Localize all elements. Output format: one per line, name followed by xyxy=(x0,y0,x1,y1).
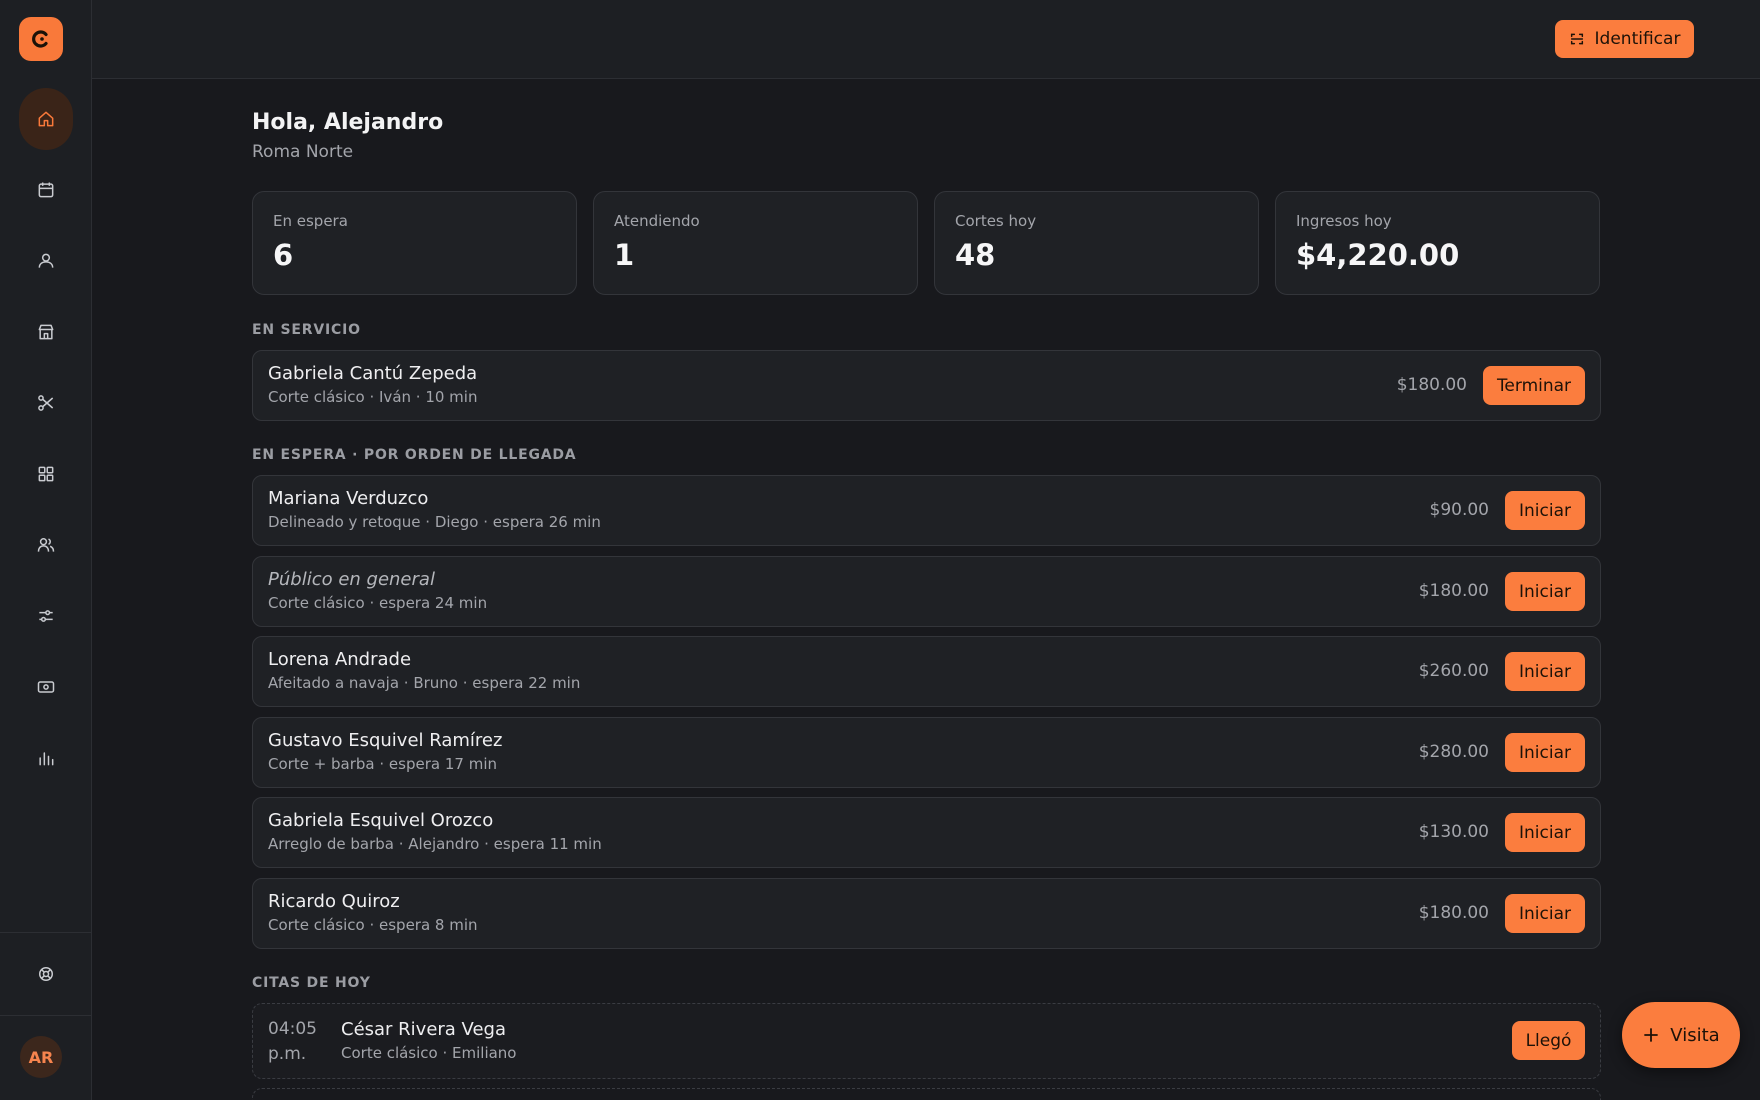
service-price: $90.00 xyxy=(1429,500,1489,520)
start-button[interactable]: Iniciar xyxy=(1505,491,1585,530)
service-price: $180.00 xyxy=(1418,581,1489,601)
service-price: $260.00 xyxy=(1418,661,1489,681)
finish-button[interactable]: Terminar xyxy=(1483,366,1585,405)
stat-value: 1 xyxy=(614,238,635,272)
service-detail: Corte clásico · espera 8 min xyxy=(268,916,478,934)
client-name: Ricardo Quiroz xyxy=(268,891,400,912)
service-detail: Corte clásico · espera 24 min xyxy=(268,594,488,612)
user-icon[interactable] xyxy=(19,230,73,292)
appointment-row[interactable]: 04:05 p.m. César Rivera Vega Corte clási… xyxy=(252,1003,1601,1079)
service-detail: Corte clásico · Emiliano xyxy=(341,1044,517,1062)
stat-label: Ingresos hoy xyxy=(1296,212,1392,230)
stat-card-attending: Atendiendo 1 xyxy=(593,191,918,295)
brand-logo-icon[interactable] xyxy=(19,17,63,61)
stat-card-cuts-today: Cortes hoy 48 xyxy=(934,191,1259,295)
start-button[interactable]: Iniciar xyxy=(1505,813,1585,852)
users-icon[interactable] xyxy=(19,514,73,576)
service-price: $280.00 xyxy=(1418,742,1489,762)
grid-icon[interactable] xyxy=(19,443,73,505)
client-name: Mariana Verduzco xyxy=(268,488,429,509)
stat-label: En espera xyxy=(273,212,348,230)
arrived-button[interactable]: Llegó xyxy=(1512,1021,1585,1060)
client-name: Público en general xyxy=(268,569,435,590)
service-detail: Arreglo de barba · Alejandro · espera 11… xyxy=(268,835,602,853)
start-button[interactable]: Iniciar xyxy=(1505,733,1585,772)
sliders-icon[interactable] xyxy=(19,585,73,647)
stat-label: Cortes hoy xyxy=(955,212,1037,230)
appointment-row[interactable] xyxy=(252,1088,1601,1100)
calendar-icon[interactable] xyxy=(19,159,73,221)
start-button[interactable]: Iniciar xyxy=(1505,894,1585,933)
sidebar: AR xyxy=(0,0,92,1100)
sidebar-divider xyxy=(0,932,92,933)
client-name: Gabriela Cantú Zepeda xyxy=(268,363,478,384)
client-name: Gabriela Esquivel Orozco xyxy=(268,810,494,831)
cash-icon[interactable] xyxy=(19,656,73,718)
home-icon[interactable] xyxy=(19,88,73,150)
top-bar: Identificar xyxy=(92,0,1760,79)
waiting-row[interactable]: Gustavo Esquivel Ramírez Corte + barba ·… xyxy=(252,717,1601,788)
avatar[interactable]: AR xyxy=(20,1036,62,1078)
identify-label: Identificar xyxy=(1594,29,1681,49)
stat-value: 6 xyxy=(273,238,294,272)
service-detail: Corte + barba · espera 17 min xyxy=(268,755,497,773)
service-price: $130.00 xyxy=(1418,822,1489,842)
plus-icon xyxy=(1644,1028,1659,1042)
store-icon[interactable] xyxy=(19,301,73,363)
service-detail: Corte clásico · Iván · 10 min xyxy=(268,388,478,406)
service-detail: Delineado y retoque · Diego · espera 26 … xyxy=(268,513,601,531)
scissors-icon[interactable] xyxy=(19,372,73,434)
scan-icon xyxy=(1570,33,1583,45)
add-visit-label: Visita xyxy=(1670,1024,1720,1046)
start-button[interactable]: Iniciar xyxy=(1505,572,1585,611)
section-title-in-service: EN SERVICIO xyxy=(252,322,361,338)
start-button[interactable]: Iniciar xyxy=(1505,652,1585,691)
section-title-waiting: EN ESPERA · POR ORDEN DE LLEGADA xyxy=(252,447,577,463)
add-visit-button[interactable]: Visita xyxy=(1622,1002,1740,1068)
waiting-row[interactable]: Mariana Verduzco Delineado y retoque · D… xyxy=(252,475,1601,546)
waiting-row[interactable]: Ricardo Quiroz Corte clásico · espera 8 … xyxy=(252,878,1601,949)
stat-card-waiting: En espera 6 xyxy=(252,191,577,295)
identify-button[interactable]: Identificar xyxy=(1555,20,1694,58)
section-title-appointments: CITAS DE HOY xyxy=(252,975,371,991)
stat-label: Atendiendo xyxy=(614,212,700,230)
client-name: Gustavo Esquivel Ramírez xyxy=(268,730,503,751)
waiting-row[interactable]: Gabriela Esquivel Orozco Arreglo de barb… xyxy=(252,797,1601,868)
waiting-row[interactable]: Público en general Corte clásico · esper… xyxy=(252,556,1601,627)
page-title: Hola, Alejandro xyxy=(252,110,444,135)
client-name: Lorena Andrade xyxy=(268,649,412,670)
stat-value: $4,220.00 xyxy=(1296,238,1460,272)
stat-card-revenue-today: Ingresos hoy $4,220.00 xyxy=(1275,191,1600,295)
service-price: $180.00 xyxy=(1418,903,1489,923)
waiting-row[interactable]: Lorena Andrade Afeitado a navaja · Bruno… xyxy=(252,636,1601,707)
bar-chart-icon[interactable] xyxy=(19,727,73,789)
service-detail: Afeitado a navaja · Bruno · espera 22 mi… xyxy=(268,674,581,692)
stat-value: 48 xyxy=(955,238,996,272)
appointment-time: 04:05 p.m. xyxy=(268,1019,317,1064)
service-price: $180.00 xyxy=(1396,375,1467,395)
client-name: César Rivera Vega xyxy=(341,1019,507,1040)
lifebuoy-icon[interactable] xyxy=(19,943,73,1005)
service-row[interactable]: Gabriela Cantú Zepeda Corte clásico · Iv… xyxy=(252,350,1601,421)
sidebar-divider xyxy=(0,1015,92,1016)
branch-location: Roma Norte xyxy=(252,142,354,162)
